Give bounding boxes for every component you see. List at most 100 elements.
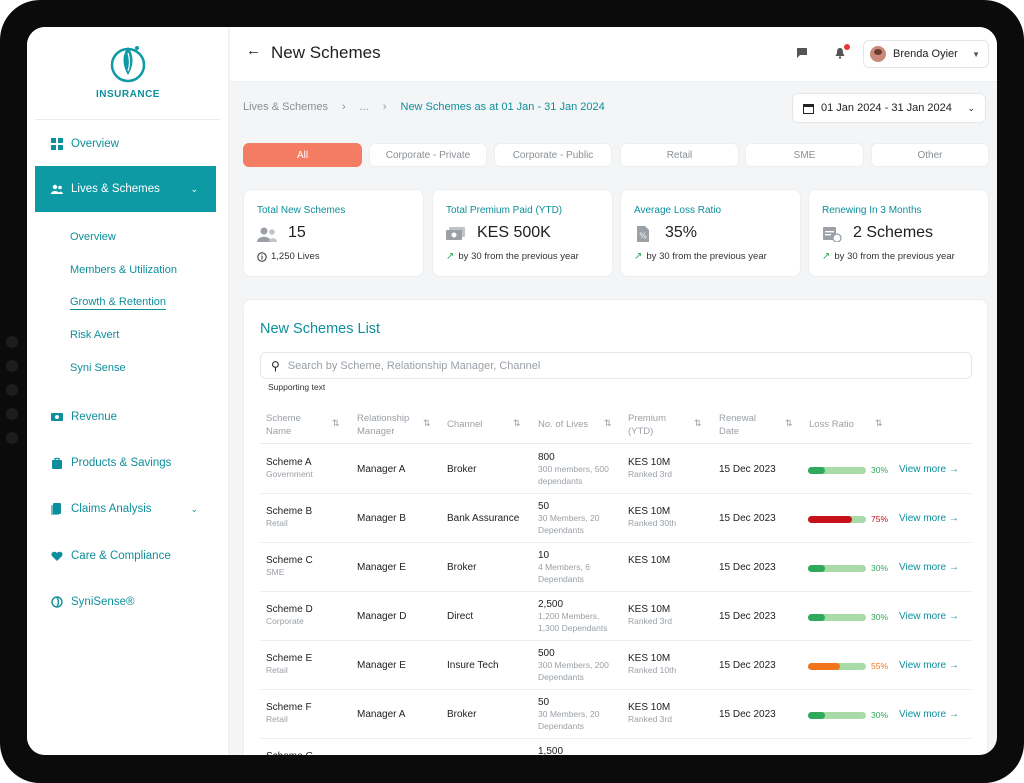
kpi-note: ↗ by 30 from the previous year: [446, 251, 579, 262]
view-more-link[interactable]: View more →: [899, 611, 959, 622]
date-range-value: 01 Jan 2024 - 31 Jan 2024: [821, 102, 952, 114]
kpi-note: 1,250 Lives: [257, 251, 320, 262]
column-header-channel[interactable]: Channel: [447, 418, 482, 431]
filter-tab-corporate-private[interactable]: Corporate - Private: [369, 143, 487, 167]
view-more-link[interactable]: View more →: [899, 464, 959, 475]
heart-icon: [51, 551, 63, 561]
list-title: New Schemes List: [260, 321, 381, 337]
premium-cell: KES 10M Ranked 3rd: [628, 702, 672, 726]
column-header-no-of-lives[interactable]: No. of Lives: [538, 418, 588, 431]
kpi-label: Average Loss Ratio: [634, 205, 722, 216]
filter-tab-all[interactable]: All: [243, 143, 362, 167]
channel-cell: Broker: [447, 709, 477, 720]
scheme-name: Scheme F: [266, 702, 312, 713]
search-icon: ⚲: [271, 358, 280, 373]
file-percent-icon: %: [637, 226, 649, 242]
page-title: New Schemes: [271, 43, 381, 62]
breadcrumb-ellipsis[interactable]: ...: [360, 101, 369, 113]
subnav-growth-retention[interactable]: Growth & Retention: [70, 296, 166, 310]
view-more-link[interactable]: View more →: [899, 562, 959, 573]
sort-icon[interactable]: ⇅: [604, 418, 612, 429]
premium-rank: Ranked 3rd: [628, 714, 672, 724]
breadcrumb-root[interactable]: Lives & Schemes: [243, 101, 328, 113]
trend-up-icon: ↗: [822, 251, 831, 262]
sidebar-item-label: Claims Analysis: [71, 503, 152, 515]
sort-icon[interactable]: ⇅: [423, 418, 431, 429]
lives-count: 2,500: [538, 599, 564, 610]
back-arrow-icon[interactable]: ←: [246, 42, 261, 59]
user-name: Brenda Oyier: [893, 48, 958, 60]
table-row[interactable]: Scheme A Government Manager A Broker 800 300 …: [260, 445, 972, 494]
kpi-value: 2 Schemes: [853, 224, 934, 241]
header-line: Relationship: [357, 413, 410, 424]
sort-icon[interactable]: ⇅: [875, 418, 883, 429]
kpi-note: ↗ by 30 from the previous year: [634, 251, 767, 262]
supporting-text: Supporting text: [268, 382, 326, 392]
sidebar-item-revenue[interactable]: Revenue: [35, 394, 216, 440]
search-input[interactable]: ⚲ Search by Scheme, Relationship Manager…: [260, 352, 972, 379]
scheme-cell: Scheme D Corporate: [266, 604, 313, 628]
channel-cell: Insure Tech: [447, 660, 499, 671]
bag-icon: [52, 457, 62, 469]
sort-icon[interactable]: ⇅: [513, 418, 521, 429]
table-row[interactable]: Scheme C SME Manager E Broker 10 4 Members, 6…: [260, 543, 972, 592]
top-header: ← New Schemes Brenda Oyier ▼: [230, 27, 997, 82]
scheme-type: Corporate: [266, 616, 304, 626]
filter-tab-sme[interactable]: SME: [745, 143, 864, 167]
sidebar-item-claims-analysis[interactable]: Claims Analysis ⌄: [35, 486, 216, 532]
view-more-link[interactable]: View more →: [899, 513, 959, 524]
trend-up-icon: ↗: [634, 251, 643, 262]
column-header-renewal-date[interactable]: Renewal Date: [719, 412, 756, 438]
sidebar-item-care-compliance[interactable]: Care & Compliance: [35, 533, 216, 579]
column-header-loss-ratio[interactable]: Loss Ratio: [809, 418, 854, 431]
column-header-relationship-manager[interactable]: Relationship Manager: [357, 412, 409, 438]
scheme-name: Scheme C: [266, 555, 313, 566]
table-row[interactable]: Scheme G 1,500: [260, 739, 972, 755]
manager-cell: Manager D: [357, 611, 407, 622]
date-range-picker[interactable]: 01 Jan 2024 - 31 Jan 2024 ⌄: [792, 93, 986, 123]
column-header-premium[interactable]: Premium (YTD): [628, 412, 666, 438]
sidebar-item-label: SyniSense®: [71, 596, 135, 608]
sidebar-item-label: Lives & Schemes: [71, 183, 160, 195]
sort-icon[interactable]: ⇅: [694, 418, 702, 429]
view-more-link[interactable]: View more →: [899, 660, 959, 671]
sidebar-divider: [35, 119, 220, 120]
subnav-overview[interactable]: Overview: [70, 231, 116, 243]
table-row[interactable]: Scheme E Retail Manager E Insure Tech 500 300…: [260, 641, 972, 690]
kpi-label: Total Premium Paid (YTD): [446, 205, 563, 216]
chevron-down-icon: ⌄: [190, 183, 198, 194]
filter-tab-other[interactable]: Other: [871, 143, 989, 167]
sidebar-item-products-savings[interactable]: Products & Savings: [35, 440, 216, 486]
lives-cell: 500 300 Members, 200 Dependants: [538, 648, 609, 684]
channel-cell: Bank Assurance: [447, 513, 520, 524]
sidebar-item-lives-schemes[interactable]: Lives & Schemes ⌄: [35, 166, 216, 212]
table-row[interactable]: Scheme B Retail Manager B Bank Assurance 50 3…: [260, 494, 972, 543]
info-circle-icon: [257, 251, 267, 262]
table-row[interactable]: Scheme D Corporate Manager D Direct 2,500 1,2…: [260, 592, 972, 641]
lives-breakdown: 300 Members, 200: [538, 660, 609, 670]
header-line: Date: [719, 426, 740, 437]
loss-ratio-bar: [808, 614, 866, 621]
sort-icon[interactable]: ⇅: [332, 418, 340, 429]
notification-bell-icon[interactable]: [829, 42, 851, 64]
sidebar-item-synisense[interactable]: SyniSense®: [35, 579, 216, 625]
manager-cell: Manager A: [357, 709, 406, 720]
subnav-syni-sense[interactable]: Syni Sense: [70, 362, 126, 374]
filter-tab-corporate-public[interactable]: Corporate - Public: [494, 143, 612, 167]
avatar: [870, 46, 886, 62]
sidebar-item-label: Products & Savings: [71, 457, 172, 469]
chat-icon[interactable]: [791, 42, 813, 64]
subnav-members-utilization[interactable]: Members & Utilization: [70, 264, 177, 276]
sort-icon[interactable]: ⇅: [785, 418, 793, 429]
loss-ratio-value: 30%: [871, 563, 889, 573]
user-menu[interactable]: Brenda Oyier ▼: [863, 40, 989, 68]
table-row[interactable]: Scheme F Retail Manager A Broker 50 30 Member…: [260, 690, 972, 739]
column-header-scheme-name[interactable]: Scheme Name: [266, 412, 301, 438]
lives-count: 500: [538, 648, 555, 659]
logo[interactable]: INSURANCE: [27, 41, 229, 103]
sidebar-item-overview[interactable]: Overview: [35, 121, 216, 167]
kpi-card-total-new-schemes: Total New Schemes 15 1,250 Lives: [243, 189, 424, 277]
view-more-link[interactable]: View more →: [899, 709, 959, 720]
subnav-risk-avert[interactable]: Risk Avert: [70, 329, 119, 341]
filter-tab-retail[interactable]: Retail: [620, 143, 739, 167]
